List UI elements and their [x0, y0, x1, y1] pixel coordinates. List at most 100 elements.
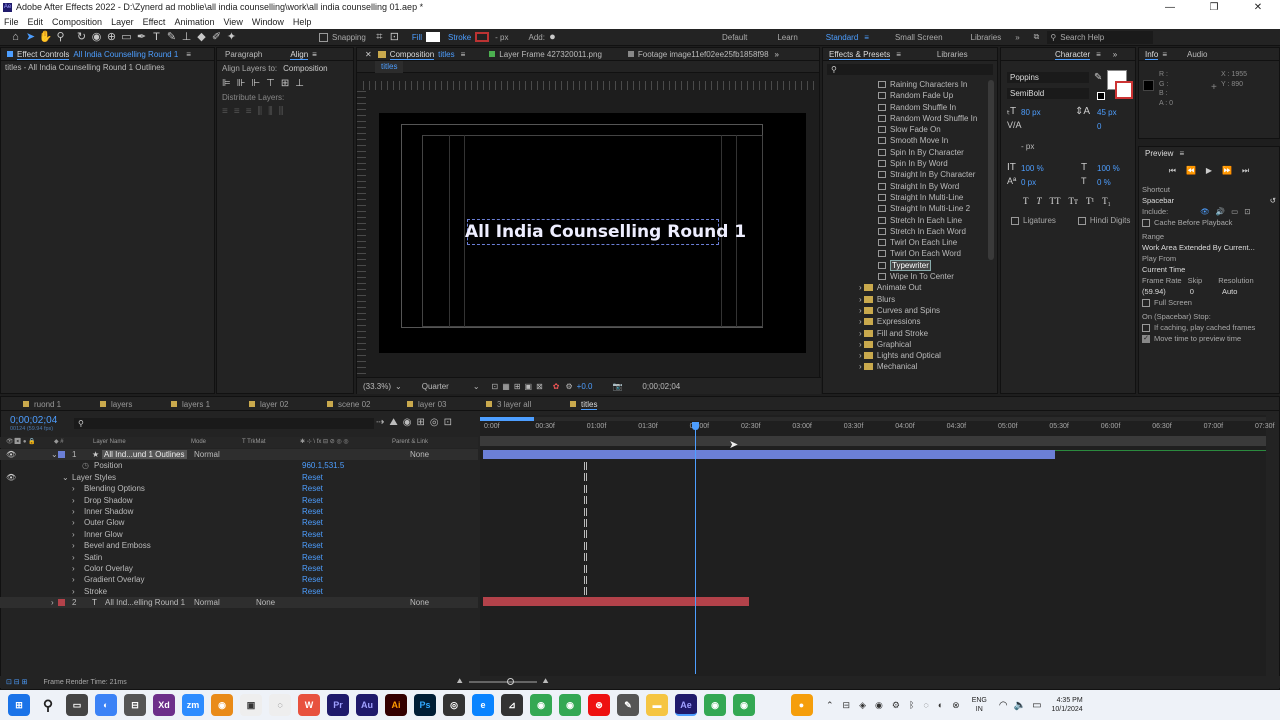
composition-timecode[interactable]: 0;00;02;04 — [642, 382, 680, 391]
time-ruler[interactable]: 0:00f 00:30f 01:00f 01:30f 02:00f 02:30f 03:00… — [480, 423, 1274, 434]
shy-layers-icon[interactable]: ◉ — [403, 417, 412, 428]
expand-arrow-icon[interactable]: ⌄ — [62, 472, 69, 483]
app-icon-9[interactable]: ▣ — [240, 694, 262, 716]
layer-parent-dropdown[interactable]: None — [410, 449, 429, 460]
brush-tool-icon[interactable]: ✎ — [164, 30, 179, 45]
tab-character[interactable]: Character — [1055, 48, 1091, 60]
expand-arrow-icon[interactable]: ⌄ — [51, 449, 58, 460]
style-visibility-icon[interactable]: 👁 — [6, 472, 16, 483]
expand-arrow-icon[interactable]: › — [72, 517, 75, 528]
distribute-vcenter-icon[interactable]: ≡ — [234, 106, 240, 117]
workspace-sync-icon[interactable]: ⧉ — [1034, 32, 1040, 42]
reset-button[interactable]: Reset — [302, 495, 323, 506]
font-family-dropdown[interactable]: Poppins — [1007, 72, 1089, 83]
copilot-icon[interactable]: ◐ — [95, 694, 117, 716]
selection-tool-icon[interactable]: ➤ — [23, 30, 38, 45]
network-volume-battery[interactable]: ◠ 🔈 ▭ — [999, 700, 1042, 711]
effects-preset-item[interactable]: Random Fade Up — [828, 90, 988, 101]
reset-button[interactable]: Reset — [302, 517, 323, 528]
tray-icon-6[interactable]: ◐ — [938, 700, 943, 711]
tray-icon-4[interactable]: ⚙ — [892, 700, 900, 711]
pan-behind-tool-icon[interactable]: ⊕ — [104, 30, 119, 45]
stroke-label[interactable]: Stroke — [448, 33, 471, 42]
expand-arrow-icon[interactable]: › — [72, 586, 75, 597]
stroke-width-value[interactable]: - px — [1021, 142, 1034, 151]
edge-icon[interactable]: e — [472, 694, 494, 716]
effects-folder-item[interactable]: › Animate Out — [828, 282, 988, 293]
puppet-tool-icon[interactable]: ✦ — [224, 30, 239, 45]
eraser-tool-icon[interactable]: ◆ — [194, 30, 209, 45]
expand-arrow-icon[interactable]: › — [72, 552, 75, 563]
reset-button[interactable]: Reset — [302, 563, 323, 574]
rotate-tool-icon[interactable]: ↻ — [74, 30, 89, 45]
frame-rate-dropdown[interactable]: (59.94) — [1142, 286, 1166, 297]
font-style-dropdown[interactable]: SemiBold — [1007, 88, 1089, 99]
distribute-bottom-icon[interactable]: ≡ — [246, 106, 252, 117]
reset-button[interactable]: Reset — [302, 506, 323, 517]
roto-brush-tool-icon[interactable]: ✐ — [209, 30, 224, 45]
effects-scrollbar[interactable] — [988, 80, 994, 260]
playhead[interactable] — [692, 422, 700, 674]
col-trkmat[interactable]: T TrkMat — [242, 437, 266, 448]
exposure-reset-icon[interactable]: ⚙ — [565, 382, 572, 391]
timeline-tab[interactable]: ruond 1 — [23, 400, 61, 409]
ligatures-checkbox[interactable] — [1011, 216, 1019, 225]
app-icon-21[interactable]: ⊛ — [588, 694, 610, 716]
if-caching-checkbox[interactable] — [1142, 323, 1150, 332]
timeline-timecode[interactable]: 0;00;02;04 — [10, 415, 57, 426]
include-audio-icon[interactable]: 🔊 — [1216, 206, 1225, 217]
hindi-digits-checkbox[interactable] — [1077, 216, 1086, 225]
previous-frame-icon[interactable]: ⏪ — [1186, 166, 1196, 176]
chrome-icon-2[interactable]: ◉ — [559, 694, 581, 716]
effects-preset-item[interactable]: Stretch In Each Line — [828, 215, 988, 226]
language-indicator[interactable]: ENG IN — [972, 696, 987, 714]
effects-menu-icon[interactable]: ≡ — [896, 48, 901, 60]
move-time-checkbox[interactable]: ✓ — [1142, 334, 1150, 343]
layer-frame-tab[interactable]: Layer Frame 427320011.png — [499, 48, 602, 60]
layer-1-duration-bar[interactable] — [483, 450, 1055, 459]
effects-preset-item[interactable]: Random Word Shuffle In — [828, 113, 988, 124]
keyframe-marker[interactable] — [584, 553, 587, 562]
effects-folder-item[interactable]: › Graphical — [828, 339, 988, 350]
keyframe-marker[interactable] — [584, 484, 587, 493]
cache-before-playback-checkbox[interactable] — [1142, 218, 1150, 227]
effects-folder-item[interactable]: › Expressions — [828, 316, 988, 327]
include-video-icon[interactable]: 👁 — [1200, 206, 1210, 217]
expand-arrow-icon[interactable]: › — [72, 506, 75, 517]
layer-parent-dropdown[interactable]: None — [410, 597, 429, 608]
layer-2-duration-bar[interactable] — [483, 597, 749, 606]
effect-controls-tab[interactable]: Effect Controls All India Counselling Ro… — [1, 48, 214, 61]
effects-preset-item[interactable]: Twirl On Each Line — [828, 237, 988, 248]
align-vcenter-icon[interactable]: ⊞ — [281, 78, 289, 89]
tray-icon-7[interactable]: ⊗ — [952, 700, 960, 711]
distribute-left-icon[interactable]: ⫼ — [258, 106, 263, 117]
snap-edges-icon[interactable]: ⊡ — [387, 30, 402, 45]
position-value[interactable]: 960.1,531.5 — [302, 460, 344, 471]
zoom-out-icon[interactable]: ⛰ — [457, 678, 463, 686]
effects-preset-item[interactable]: Spin In By Word — [828, 158, 988, 169]
align-top-icon[interactable]: ⊤ — [266, 78, 275, 89]
layer-row-1[interactable]: 👁 ⌄ 1 ★ All Ind...und 1 Outlines Normal … — [0, 449, 478, 461]
effects-folder-item[interactable]: › Fill and Stroke — [828, 328, 988, 339]
color-management-icon[interactable]: ✿ — [553, 382, 560, 391]
keyframe-marker[interactable] — [584, 564, 587, 573]
zoom-in-icon[interactable]: ⛰ — [543, 678, 549, 686]
after-effects-taskbar-icon[interactable]: Ae — [675, 694, 697, 716]
tray-chevron-icon[interactable]: ⌃ — [826, 700, 834, 711]
effects-folder-item[interactable]: › Lights and Optical — [828, 350, 988, 361]
tray-icon-5[interactable]: ◌ — [923, 700, 928, 711]
col-mode[interactable]: Mode — [191, 437, 206, 448]
fill-swatch[interactable] — [426, 32, 441, 42]
expand-arrow-icon[interactable]: › — [72, 574, 75, 585]
photoshop-icon[interactable]: Ps — [414, 694, 436, 716]
baseline-shift-value[interactable]: 0 px — [1021, 178, 1036, 187]
effects-preset-item[interactable]: Raining Characters In — [828, 79, 988, 90]
clone-stamp-tool-icon[interactable]: ⊥ — [179, 30, 194, 45]
workspace-menu-icon[interactable]: ≡ — [864, 33, 869, 42]
include-layer-controls-icon[interactable]: ⊡ — [1244, 206, 1250, 217]
distribute-right-icon[interactable]: ⫼ — [279, 106, 284, 117]
composition-title-text[interactable]: All India Counselling Round 1 — [465, 219, 746, 245]
align-left-icon[interactable]: ⊫ — [222, 78, 231, 89]
layer-mode-dropdown[interactable]: Normal — [194, 449, 220, 460]
search-icon[interactable]: ⚲ — [37, 694, 59, 716]
